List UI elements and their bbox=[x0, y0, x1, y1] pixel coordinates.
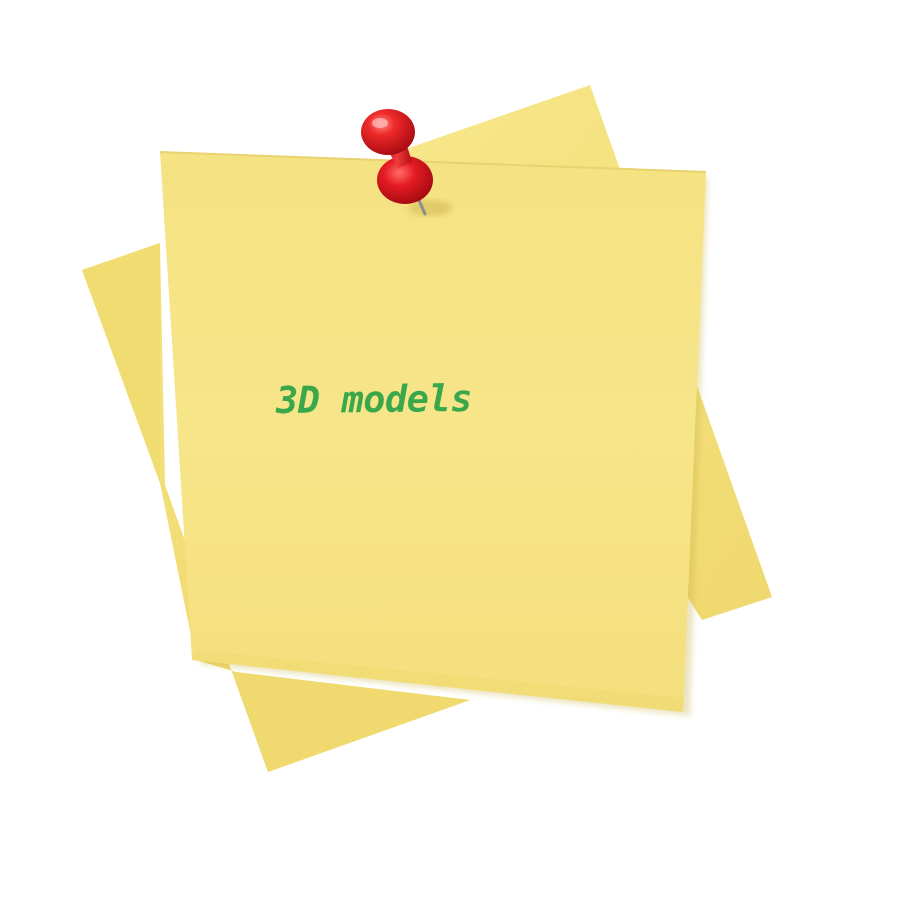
sticky-notes-illustration bbox=[82, 85, 772, 772]
sticky-note-scene: 3D models bbox=[0, 0, 900, 900]
note-text: 3D models bbox=[275, 376, 473, 423]
front-note bbox=[159, 151, 707, 712]
